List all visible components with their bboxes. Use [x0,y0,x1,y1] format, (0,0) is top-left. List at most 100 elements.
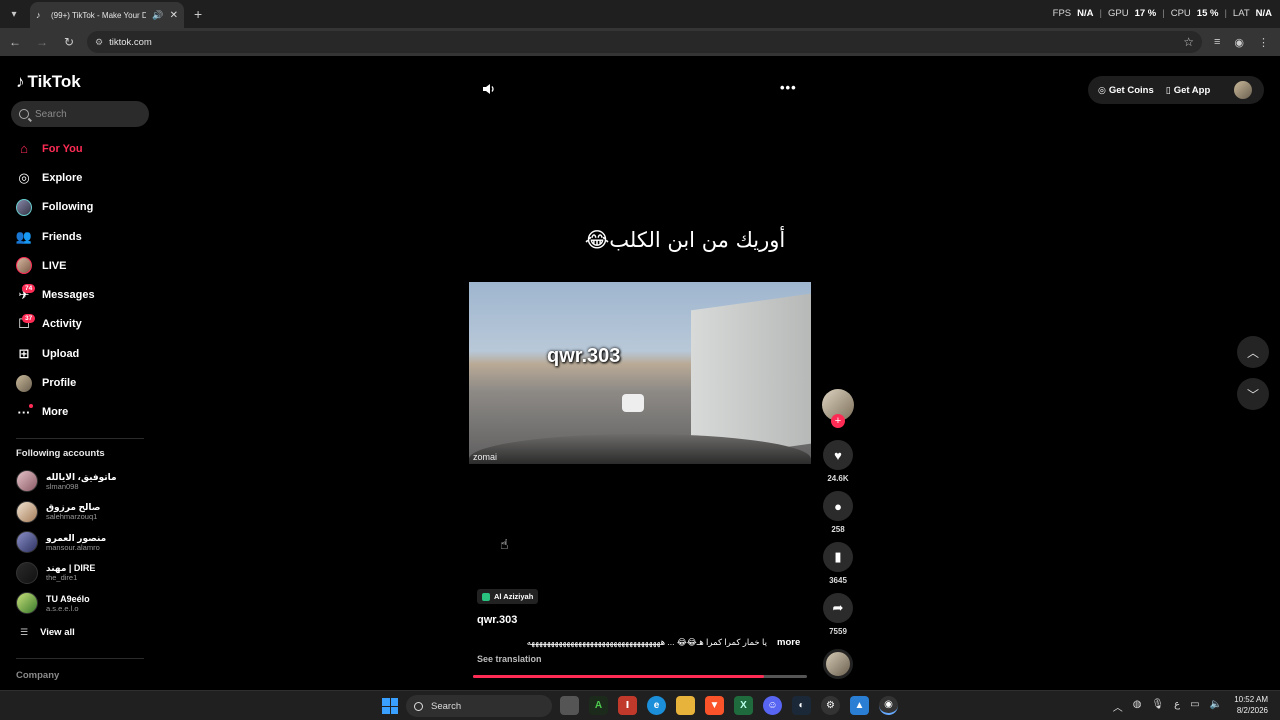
next-video-button[interactable]: ﹀ [1237,378,1269,410]
see-translation-link[interactable]: See translation [477,654,542,664]
volume-icon[interactable] [482,82,496,96]
nav-label: LIVE [42,259,67,272]
nav-item-following[interactable]: Following [0,193,160,222]
browser-menu-icon[interactable]: ⋮ [1258,36,1269,49]
browser-tab[interactable]: ♪ (99+) TikTok - Make Your Day 🔊 ✕ [30,2,184,28]
discord-icon[interactable]: ☺ [763,696,782,715]
lat-value: N/A [1255,8,1272,19]
file-explorer-icon[interactable] [676,696,695,715]
gpu-label: GPU [1108,8,1129,19]
comment-icon[interactable]: ● [823,491,853,521]
account-item[interactable]: TU A9eélo a.s.e.e.l.o [16,588,156,619]
get-app-button[interactable]: ▯ Get App [1166,85,1211,96]
sidebar-search-input[interactable]: Search [11,101,149,127]
user-avatar[interactable] [1234,81,1252,99]
video-options-icon[interactable]: ••• [780,80,797,95]
nav-item-friends[interactable]: 👥 Friends [0,222,160,251]
speaker-icon[interactable]: 🔈 [1210,699,1222,714]
video-actions: + ♥ 24.6K ● 258 ▮ 3645 ➦ 7559 [822,389,854,636]
cpu-value: 15 % [1196,8,1219,19]
music-disc-avatar[interactable] [823,649,853,679]
profile-avatar [16,374,32,392]
clock-date: 8/2/2026 [1236,706,1268,715]
steam-icon[interactable]: ◐ [792,696,811,715]
phone-icon: ▯ [1165,84,1171,95]
microphone-icon[interactable]: 🎙 [1151,699,1164,714]
nav-item-upload[interactable]: ⊞ Upload [0,339,160,368]
reload-button[interactable]: ↻ [57,35,81,49]
media-control-icon[interactable]: ≡ [1214,36,1220,49]
video-author[interactable]: qwr.303 [477,614,517,626]
creator-avatar[interactable]: + [822,389,854,428]
performance-stats: FPS N/A | GPU 17 % | CPU 15 % | LAT N/A [1052,8,1272,19]
taskbar-clock[interactable]: 10:52 AM 8/2/2026 [1234,694,1268,716]
chrome-icon[interactable]: ◉ [879,696,898,715]
tab-search-button[interactable]: ▾ [2,2,26,26]
view-all-button[interactable]: ☰ View all [20,627,75,638]
tab-close-icon[interactable]: ✕ [170,10,178,21]
heart-icon[interactable]: ♥ [823,440,853,470]
account-item[interactable]: ماتوفيق، الايالله slman098 [16,466,156,497]
sidebar-divider [16,658,144,659]
app-red-icon[interactable]: Ⅰ [618,696,637,715]
nav-item-activity[interactable]: ☐ 37 Activity [0,310,160,339]
coin-icon: ◎ [1098,84,1106,95]
nav-item-profile[interactable]: Profile [0,368,160,397]
tray-overflow-icon[interactable]: ︿ [1113,699,1123,714]
account-item[interactable]: صالح مرزوق salehmarzouq1 [16,497,156,528]
brave-icon[interactable]: ▼ [705,696,724,715]
account-item[interactable]: مهند | DIRE the_dire1 [16,558,156,589]
comment-count: 258 [831,525,845,534]
network-icon[interactable]: ▭ [1190,699,1199,714]
share-icon[interactable]: ➦ [823,593,853,623]
excel-icon[interactable]: X [734,696,753,715]
taskbar-apps: A Ⅰ e ▼ X ☺ ◐ ⚙ ▲ ◉ [560,696,898,715]
site-info-icon[interactable]: ⚙ [95,37,103,48]
like-count: 24.6K [827,474,849,483]
nav-item-more[interactable]: ··· More [0,398,160,427]
taskbar-search[interactable]: Search [406,695,552,717]
url-text: tiktok.com [109,36,152,48]
url-bar[interactable]: ⚙ tiktok.com ☆ [87,31,1202,53]
profile-icon[interactable]: ◉ [1234,36,1244,49]
forward-button[interactable]: → [30,35,54,49]
video-player[interactable]: qwr.303 zomai [469,282,811,464]
follow-plus-icon[interactable]: + [831,414,845,428]
bookmark-icon[interactable]: ▮ [823,542,853,572]
company-link[interactable]: Company [16,670,59,681]
nav-label: Following [42,201,94,214]
account-username: a.s.e.e.l.o [46,603,79,613]
nav-label: More [42,406,69,419]
edge-icon[interactable]: e [647,696,666,715]
account-item[interactable]: منصور العمرو mansour.alamro [16,527,156,558]
new-tab-button[interactable]: + [194,6,202,22]
location-tag[interactable]: Al Aziziyah [477,589,539,604]
photos-icon[interactable]: ▲ [850,696,869,715]
back-button[interactable]: ← [3,35,27,49]
nav-label: Activity [42,318,82,331]
tiktok-note-icon: ♪ [16,72,25,91]
tab-audio-icon[interactable]: 🔊 [152,10,163,21]
tray-app-icon[interactable]: ◍ [1133,699,1142,714]
settings-gear-icon[interactable]: ⚙ [821,696,840,715]
language-indicator[interactable]: ع [1174,699,1180,714]
bookmark-star-icon[interactable]: ☆ [1183,35,1194,49]
nav-label: Explore [42,171,83,184]
nav-item-live[interactable]: LIVE [0,251,160,280]
share-action: ➦ 7559 [822,593,854,636]
gpu-value: 17 % [1134,8,1157,19]
previous-video-button[interactable]: ︿ [1237,336,1269,368]
tiktok-logo[interactable]: ♪ TikTok [16,72,81,92]
app-a-icon[interactable]: A [589,696,608,715]
video-watermark: zomai [473,452,498,462]
upload-icon: ⊞ [18,345,30,361]
account-username: slman098 [46,481,79,491]
get-coins-button[interactable]: ◎ Get Coins [1098,85,1154,96]
more-link[interactable]: more [777,637,800,648]
windows-start-icon[interactable] [382,698,398,714]
nav-item-for-you[interactable]: ⌂ For You [0,134,160,163]
video-progress-bar[interactable] [473,675,807,678]
nav-item-explore[interactable]: ◎ Explore [0,163,160,192]
nav-item-messages[interactable]: ✈ 74 Messages [0,280,160,309]
task-view-icon[interactable] [560,696,579,715]
